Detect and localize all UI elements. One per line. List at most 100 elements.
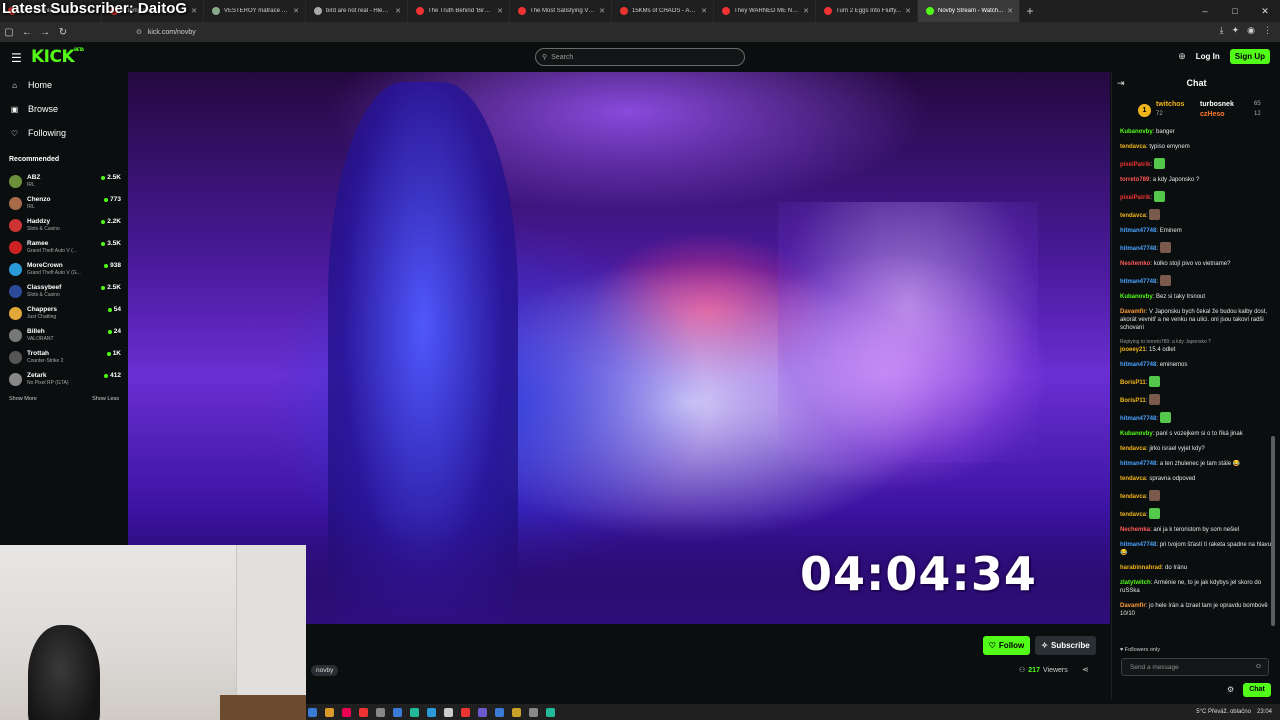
show-less-button[interactable]: Show Less: [92, 396, 119, 402]
chat-send-button[interactable]: Chat: [1243, 683, 1271, 697]
browser-tab[interactable]: 15KMs of CHAOS - Abando... ✕: [612, 0, 714, 22]
chat-username[interactable]: hitman47748: [1120, 228, 1156, 234]
chat-username[interactable]: Nesitemko: [1120, 261, 1150, 267]
taskbar-app-icon[interactable]: [495, 707, 504, 717]
tab-close-icon[interactable]: ✕: [599, 7, 605, 15]
taskbar-app-icon[interactable]: [478, 707, 487, 717]
chat-username[interactable]: BorisP11: [1120, 380, 1146, 386]
page-scrollbar[interactable]: [1271, 436, 1275, 626]
tab-close-icon[interactable]: ✕: [905, 7, 911, 15]
chat-username[interactable]: Davamfir: [1120, 603, 1146, 609]
taskbar-app-icon[interactable]: [427, 707, 436, 717]
sidebar-item-channel[interactable]: Trottah Counter-Strike 2 1K: [9, 346, 121, 368]
extensions-icon[interactable]: ✦: [1232, 25, 1240, 36]
forward-icon[interactable]: →: [36, 27, 54, 38]
chat-username[interactable]: Kubanovby: [1120, 129, 1153, 135]
taskbar-app-icon[interactable]: [546, 707, 555, 717]
taskbar-app-icon[interactable]: [308, 707, 317, 717]
chat-username[interactable]: zlatytwitch: [1120, 580, 1151, 586]
tray-clock[interactable]: 23:04: [1257, 709, 1272, 715]
new-tab-button[interactable]: +: [1020, 4, 1040, 18]
tab-close-icon[interactable]: ✕: [497, 7, 503, 15]
subscribe-button[interactable]: ✧ Subscribe: [1035, 636, 1096, 655]
sidebar-item-channel[interactable]: Zetark No Pixel RP (GTA) 412: [9, 368, 121, 390]
gifter-name[interactable]: turbosnek: [1200, 101, 1234, 108]
sidebar-toggle-icon[interactable]: ▢: [0, 27, 18, 38]
browser-tab[interactable]: Turn 2 Eggs Into Fluffy... ✕: [816, 0, 918, 22]
chat-settings-gear-icon[interactable]: ⚙: [1227, 685, 1234, 694]
taskbar-app-icon[interactable]: [393, 707, 402, 717]
sidebar-item-channel[interactable]: Billeh VALORANT 24: [9, 324, 121, 346]
sidebar-item-channel[interactable]: Chappers Just Chatting 54: [9, 302, 121, 324]
follow-button[interactable]: ♡ Follow: [983, 636, 1030, 655]
chat-username[interactable]: Kubanovby: [1120, 431, 1153, 437]
browser-tab[interactable]: The Truth Behind 'Birds Are... ✕: [408, 0, 510, 22]
maximize-button[interactable]: □: [1220, 0, 1250, 22]
gifter-name[interactable]: czHeso: [1200, 111, 1225, 118]
tab-close-icon[interactable]: ✕: [1007, 7, 1013, 15]
sidebar-item-channel[interactable]: Haddzy Slots & Casino 2.2K: [9, 214, 121, 236]
sidebar-item-home[interactable]: ⌂ Home: [10, 80, 52, 90]
chat-username[interactable]: tendavca: [1120, 213, 1146, 219]
back-icon[interactable]: ←: [18, 27, 36, 38]
chat-username[interactable]: Davamfir: [1120, 309, 1146, 315]
url-field[interactable]: ⊙ kick.com/novby: [136, 25, 1036, 39]
sidebar-item-channel[interactable]: Chenzo IRL 773: [9, 192, 121, 214]
signup-button[interactable]: Sign Up: [1229, 49, 1270, 64]
emoji-icon[interactable]: ☺: [1255, 663, 1262, 670]
chat-username[interactable]: pixelPatrik: [1120, 162, 1150, 168]
video-player[interactable]: 04:04:34: [128, 72, 1110, 624]
chat-username[interactable]: Kubanovby: [1120, 294, 1153, 300]
search-input[interactable]: ⚲ Search: [535, 48, 745, 66]
site-info-icon[interactable]: ⊙: [136, 28, 142, 36]
minimize-button[interactable]: –: [1190, 0, 1220, 22]
browser-tab[interactable]: Novby Stream - Watch... ✕: [918, 0, 1020, 22]
chat-username[interactable]: BorisP11: [1120, 398, 1146, 404]
sidebar-item-channel[interactable]: ABZ IRL 2.5K: [9, 170, 121, 192]
tab-close-icon[interactable]: ✕: [701, 7, 707, 15]
browser-tab[interactable]: The Most Satisfying Videos...✕: [510, 0, 612, 22]
chat-username[interactable]: harabinnahrad: [1120, 565, 1162, 571]
taskbar-app-icon[interactable]: [410, 707, 419, 717]
kick-logo[interactable]: KICKBETA: [31, 47, 84, 67]
chat-username[interactable]: hitman47748: [1120, 461, 1156, 467]
gifter-name[interactable]: twitchos: [1156, 101, 1184, 108]
reload-icon[interactable]: ↻: [54, 27, 72, 38]
chat-username[interactable]: jooeey21: [1120, 347, 1146, 353]
tab-close-icon[interactable]: ✕: [395, 7, 401, 15]
tab-close-icon[interactable]: ✕: [191, 7, 197, 15]
channel-tag[interactable]: novby: [311, 665, 339, 676]
taskbar-app-icon[interactable]: [359, 707, 368, 717]
profile-icon[interactable]: ◉: [1247, 25, 1255, 36]
chat-username[interactable]: pixelPatrik: [1120, 195, 1150, 201]
language-globe-icon[interactable]: ⊕: [1178, 51, 1186, 62]
download-icon[interactable]: ⤓: [1220, 25, 1224, 36]
sidebar-item-channel[interactable]: Classybeef Slots & Casino 2.5K: [9, 280, 121, 302]
chat-username[interactable]: Nechemka: [1120, 527, 1150, 533]
chat-username[interactable]: hitman47748: [1120, 416, 1156, 422]
taskbar-app-icon[interactable]: [342, 707, 351, 717]
show-more-button[interactable]: Show More: [9, 396, 37, 402]
taskbar-app-icon[interactable]: [461, 707, 470, 717]
tab-close-icon[interactable]: ✕: [803, 7, 809, 15]
chat-username[interactable]: hitman47748: [1120, 542, 1156, 548]
taskbar-app-icon[interactable]: [529, 707, 538, 717]
taskbar-app-icon[interactable]: [325, 707, 334, 717]
browser-tab[interactable]: They WARNED ME Not to... ✕: [714, 0, 816, 22]
taskbar-app-icon[interactable]: [376, 707, 385, 717]
chat-message-input[interactable]: Send a message ☺: [1121, 658, 1269, 676]
browser-tab[interactable]: VESTERÖY matrace s taštičkou ✕: [204, 0, 306, 22]
browser-tab[interactable]: bird are not real - Hledat G... ✕: [306, 0, 408, 22]
tab-close-icon[interactable]: ✕: [293, 7, 299, 15]
chat-username[interactable]: tendavca: [1120, 512, 1146, 518]
chat-username[interactable]: torreto789: [1120, 177, 1149, 183]
taskbar-app-icon[interactable]: [512, 707, 521, 717]
menu-icon[interactable]: ⋮: [1263, 25, 1272, 36]
sidebar-item-following[interactable]: ♡ Following: [10, 128, 66, 138]
login-button[interactable]: Log In: [1196, 52, 1220, 61]
menu-hamburger-icon[interactable]: ☰: [11, 51, 22, 65]
chat-username[interactable]: hitman47748: [1120, 279, 1156, 285]
share-icon[interactable]: ⋖: [1082, 665, 1089, 674]
chat-username[interactable]: tendavca: [1120, 494, 1146, 500]
taskbar-app-icon[interactable]: [444, 707, 453, 717]
